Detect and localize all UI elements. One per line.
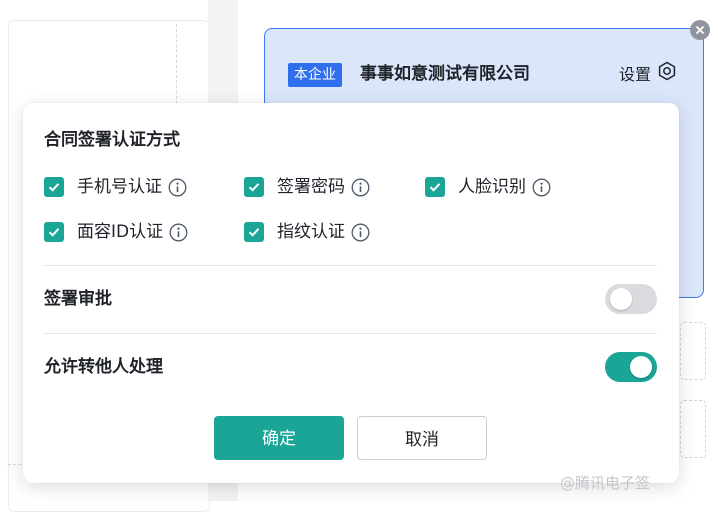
info-icon[interactable]	[351, 223, 370, 242]
info-icon[interactable]	[532, 178, 551, 197]
checkbox-checked[interactable]	[44, 222, 64, 242]
allow-transfer-toggle[interactable]	[605, 352, 657, 382]
option-face-id-auth[interactable]: 面容ID认证	[44, 220, 188, 244]
option-label: 面容ID认证	[77, 222, 164, 242]
checkbox-checked[interactable]	[244, 222, 264, 242]
settings-button[interactable]: 设置	[619, 61, 677, 89]
option-fingerprint-auth[interactable]: 指纹认证	[244, 220, 370, 244]
close-icon[interactable]	[690, 20, 710, 40]
option-label: 签署密码	[277, 177, 345, 197]
background-placeholder-box	[680, 322, 706, 380]
background-placeholder-box	[680, 400, 706, 458]
checkbox-checked[interactable]	[244, 177, 264, 197]
toggle-knob	[610, 288, 632, 310]
option-label: 指纹认证	[277, 222, 345, 242]
checkbox-checked[interactable]	[44, 177, 64, 197]
signing-approval-label: 签署审批	[44, 289, 112, 309]
section-title-auth-methods: 合同签署认证方式	[44, 130, 180, 150]
option-phone-auth[interactable]: 手机号认证	[44, 175, 187, 199]
option-face-recognition[interactable]: 人脸识别	[425, 175, 551, 199]
divider	[43, 333, 657, 334]
settings-label: 设置	[618, 65, 651, 84]
signing-settings-popover: 合同签署认证方式 手机号认证 签署密码 人脸识别 面容ID认证 指纹认证 签署审…	[23, 103, 679, 483]
option-label: 手机号认证	[77, 177, 162, 197]
own-company-badge: 本企业	[288, 63, 342, 87]
info-icon[interactable]	[351, 178, 370, 197]
gear-icon	[657, 61, 677, 89]
toggle-knob	[630, 356, 652, 378]
option-label: 人脸识别	[458, 177, 526, 197]
confirm-button[interactable]: 确定	[214, 416, 344, 460]
option-signing-password[interactable]: 签署密码	[244, 175, 370, 199]
cancel-button[interactable]: 取消	[357, 416, 487, 460]
signing-approval-toggle[interactable]	[605, 284, 657, 314]
company-name: 事事如意测试有限公司	[360, 64, 530, 84]
divider	[43, 265, 657, 266]
info-icon[interactable]	[168, 178, 187, 197]
info-icon[interactable]	[169, 223, 188, 242]
watermark: @腾讯电子签	[560, 472, 650, 493]
watermark-text: @腾讯电子签	[560, 474, 651, 492]
background-dashed-line	[176, 24, 177, 114]
allow-transfer-label: 允许转他人处理	[44, 357, 163, 377]
checkbox-checked[interactable]	[425, 177, 445, 197]
